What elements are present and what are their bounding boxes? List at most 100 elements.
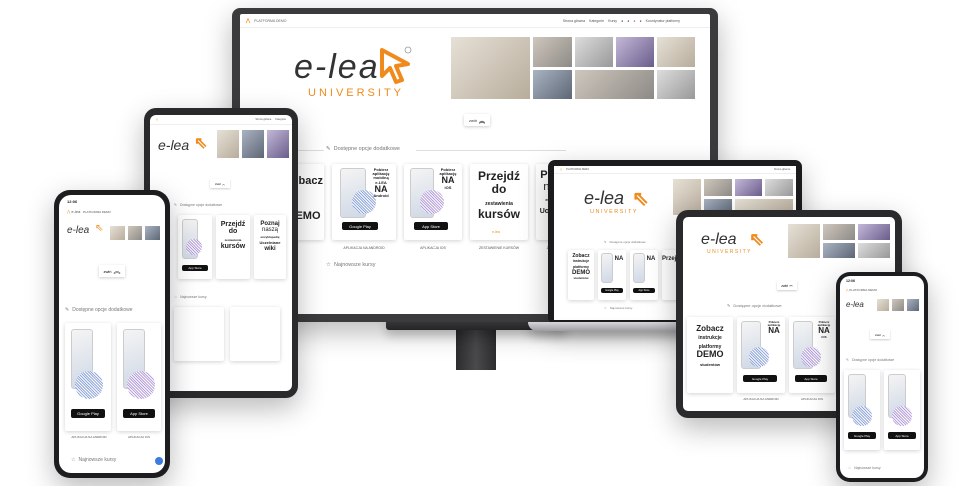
card-android-caption: APLIKACJA NA ANDROID: [71, 435, 107, 439]
hero-photo: [532, 68, 573, 100]
mail-icon[interactable]: ●: [627, 19, 629, 23]
card-przejdz-text: Przejdźdo zestawieniakursów: [477, 169, 520, 221]
hero-photo: [266, 129, 290, 159]
section-divider: [416, 150, 566, 151]
option-card-android[interactable]: Pobierz aplikację mobilną e-LEA NA Android G…: [332, 164, 396, 250]
brand-small-logo: ⋀: [560, 168, 563, 171]
app-store-badge[interactable]: App Store: [123, 409, 155, 418]
section-newest-title: ☆ Najnowsze kursy: [71, 457, 117, 463]
course-card[interactable]: [230, 307, 280, 361]
hero-photo: [764, 178, 794, 197]
option-card-ios[interactable]: App Store APLIKACJA IOS: [117, 323, 161, 439]
card-qr-code: [420, 190, 444, 214]
hero-photo: [876, 298, 890, 312]
hero-photo: [573, 68, 655, 100]
app-store-badge[interactable]: App Store: [182, 265, 208, 271]
card-demo-text: Zobacz instrukcje platformy DEMO studentów: [572, 253, 590, 281]
status-bar: 12:06: [67, 199, 77, 204]
card-qr-code: [801, 347, 821, 367]
hide-button[interactable]: zwiń ︽: [99, 265, 125, 277]
device-mockup-stage: ⋀ PLATFORMA DEMO Strona główna Kategorie…: [0, 0, 976, 486]
hero-photo: [655, 68, 696, 100]
star-icon: ☆: [848, 466, 852, 470]
option-card-android[interactable]: Google Play APLIKACJA NA ANDROID: [65, 323, 111, 439]
phone-right-screen: 12:06 ⋀ PLATFORMA DEMO e-lea zwiń ︽ ✎ Dost…: [840, 276, 924, 478]
tablet-left-topbar: ⋀ Strona główna Kategorie: [150, 115, 292, 125]
card-ios-caption: APLIKACJA IOS: [420, 246, 446, 250]
option-card-android[interactable]: Google Play: [844, 370, 880, 450]
hero-photo: [241, 129, 265, 159]
hero-photo-collage: [109, 225, 161, 241]
section-newest-title: ☆ Najnowsze kursy: [174, 295, 207, 299]
option-card-ios[interactable]: App Store: [884, 370, 920, 450]
status-bar: 12:06: [846, 279, 855, 283]
bell-icon[interactable]: ●: [621, 19, 623, 23]
logo-arrow-icon: ⇖: [95, 223, 104, 234]
nav-item-courses[interactable]: Kursy: [608, 19, 617, 23]
option-card-demo[interactable]: Zobacz instrukcje platformy DEMO studentów: [687, 317, 733, 393]
nav-item-home[interactable]: Strona główna: [774, 168, 790, 171]
option-card-przejdz[interactable]: Przejdźdo zestawieniakursów: [216, 215, 250, 279]
wordmark: e-lea: [158, 137, 190, 153]
user-name[interactable]: Koordynator platformy: [646, 19, 680, 23]
nav-item-categories[interactable]: Kategorie: [589, 19, 604, 23]
hero-photo: [614, 36, 655, 68]
nav-item-home[interactable]: Strona główna: [563, 19, 585, 23]
phone-left: 12:06 ⋀ e-lea PLATFORMA DEMO e-lea ⇖ zwi…: [54, 190, 170, 478]
hide-chevron-icon: ︽: [222, 181, 226, 186]
puzzle-icon: ✎: [65, 307, 70, 313]
settings-icon[interactable]: ●: [639, 19, 641, 23]
platform-label: PLATFORMA DEMO: [83, 210, 111, 214]
card-przejdz-text: Przejdźdo zestawieniakursów: [220, 221, 246, 251]
app-store-badge[interactable]: App Store: [633, 288, 655, 293]
option-card-ios[interactable]: Pobierz aplikację NA iOS App Store APLIKAC…: [404, 164, 462, 250]
card-qr-code: [749, 347, 769, 367]
card-qr-code: [852, 406, 872, 426]
google-play-badge[interactable]: Google Play: [342, 222, 378, 230]
hero-photo-collage: [876, 298, 920, 312]
course-card[interactable]: [174, 307, 224, 361]
google-play-badge[interactable]: Google Play: [743, 375, 777, 382]
card-android-caption: APLIKACJA NA ANDROID: [343, 246, 385, 250]
option-card-poznaj[interactable]: Poznaj naszą encyklopedię Uczelniane wiki: [254, 215, 286, 279]
status-time: 12:06: [846, 279, 855, 283]
card-android-text: Pobierz aplikację NA: [767, 320, 781, 336]
star-icon: ☆: [326, 262, 331, 268]
hero-photo: [702, 178, 733, 197]
option-card-demo[interactable]: Zobacz instrukcje platformy DEMO studentów: [568, 250, 594, 300]
google-play-badge[interactable]: Google Play: [601, 288, 623, 293]
logo-arrow-icon: ⇖: [632, 188, 649, 210]
app-store-badge[interactable]: App Store: [795, 375, 827, 382]
hide-chevron-icon: ︽: [113, 268, 121, 275]
hero-photo: [109, 225, 126, 241]
option-card-android[interactable]: NA Google Play: [598, 250, 626, 300]
google-play-badge[interactable]: Google Play: [71, 409, 105, 418]
card-przejdz-caption: ZESTAWIENIE KURSÓW: [478, 246, 520, 250]
hero-photo: [857, 223, 891, 241]
option-card-przejdz[interactable]: Przejdź do zestawienia kursów e-lea ZESTAW…: [470, 164, 528, 250]
hide-button[interactable]: zwiń ︽: [870, 330, 890, 339]
chat-icon[interactable]: [155, 457, 163, 465]
option-card-android[interactable]: Pobierz aplikację NA Google Play: [737, 317, 785, 393]
app-store-badge[interactable]: App Store: [414, 222, 448, 230]
nav-item-home[interactable]: Strona główna: [255, 118, 271, 121]
nav-item-categories[interactable]: Kategorie: [275, 118, 286, 121]
hero-photo: [857, 241, 891, 259]
hide-button[interactable]: zwiń ︽: [210, 179, 230, 188]
option-card-ios[interactable]: NA App Store: [630, 250, 658, 300]
option-card-ios[interactable]: App Store: [178, 215, 212, 279]
brand-small-logo: ⋀ PLATFORMA DEMO: [846, 288, 878, 292]
brand-small-logo: ⋀: [246, 17, 251, 24]
option-card-ios[interactable]: Pobierz aplikację NA iOS App Store: [789, 317, 835, 393]
section-newest-title: ☆ Najnowsze kursy: [326, 262, 376, 268]
chat-icon[interactable]: ●: [633, 19, 635, 23]
app-store-badge[interactable]: App Store: [888, 432, 916, 439]
card-ios-caption: APLIKACJA IOS: [800, 397, 823, 401]
hero-photo-collage: [216, 129, 290, 159]
hero-photo-collage: [450, 36, 696, 100]
hero-photo: [906, 298, 920, 312]
google-play-badge[interactable]: Google Play: [848, 432, 876, 439]
hide-button[interactable]: zwiń ︽: [464, 114, 490, 126]
hide-button[interactable]: zwiń ︽: [777, 281, 797, 290]
hide-chevron-icon: ︽: [789, 283, 793, 287]
